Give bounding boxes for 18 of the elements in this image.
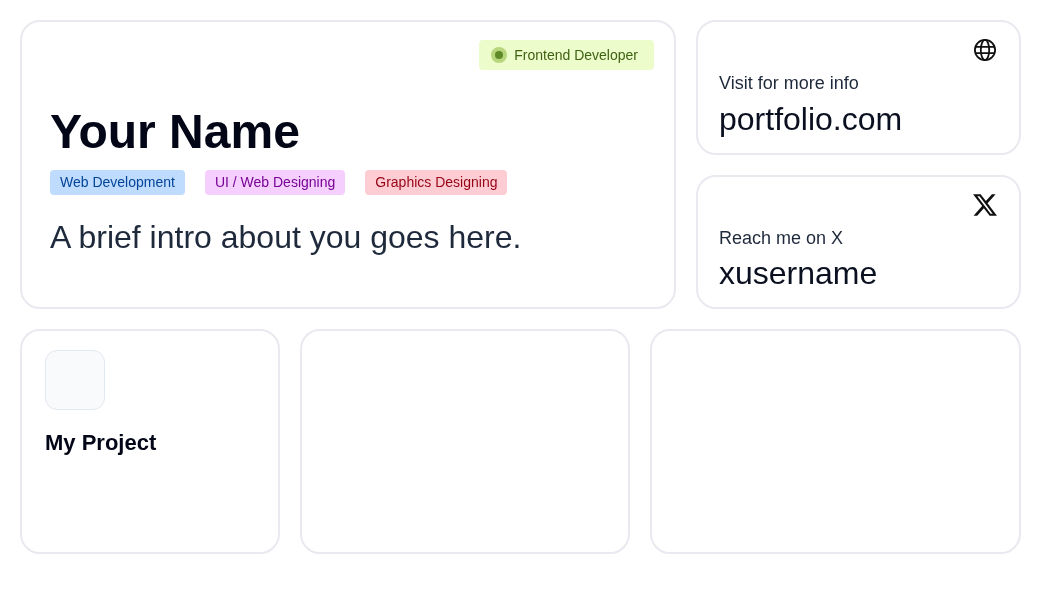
image-placeholder	[45, 350, 105, 410]
badge-label: Frontend Developer	[514, 47, 638, 63]
project-card[interactable]: My Project	[20, 329, 280, 554]
name-heading: Your Name	[50, 108, 301, 156]
link-value: xusername	[719, 254, 879, 293]
link-card[interactable]: Reach me on X xusername	[696, 174, 1021, 309]
link-card[interactable]: Visit for more info portfolio.com	[696, 20, 1021, 155]
link-caption: Visit for more info	[719, 73, 860, 95]
status-dot-icon	[491, 47, 508, 63]
globe-icon	[973, 38, 997, 62]
skill-tag: UI / Web Designing	[204, 170, 346, 195]
link-value: portfolio.com	[719, 99, 904, 138]
intro-text: A brief intro about you goes here.	[50, 221, 523, 253]
project-title: My Project	[45, 430, 158, 457]
link-caption: Reach me on X	[719, 227, 845, 250]
skill-tag: Graphics Designing	[365, 170, 508, 195]
skill-tag: Web Development	[50, 170, 185, 195]
x-logo-icon	[973, 192, 997, 217]
